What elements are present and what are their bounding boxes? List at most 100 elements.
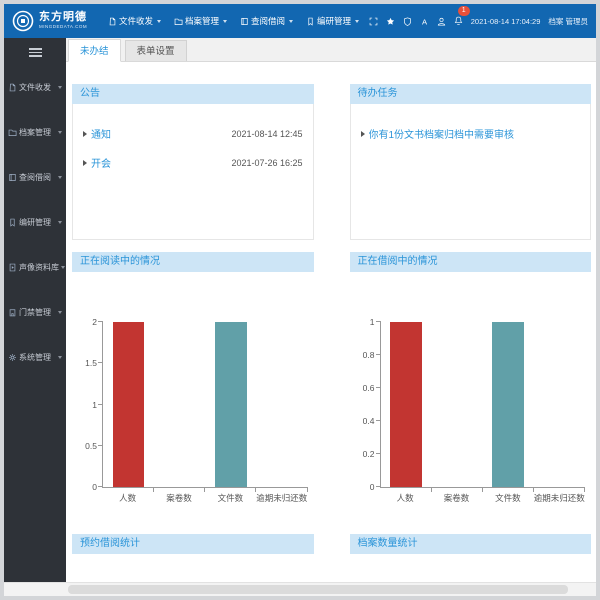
y-axis-label: 1.5 xyxy=(85,358,97,368)
font-size-icon[interactable]: A xyxy=(420,17,429,26)
chevron-down-icon xyxy=(58,356,62,359)
tab-1[interactable]: 表单设置 xyxy=(125,40,187,61)
y-axis-label: 0 xyxy=(370,482,375,492)
borrowing-chart-panel: 正在借阅中的情况 00.20.40.60.81人数案卷数文件数逾期未归还数 xyxy=(350,252,592,504)
nav-item-1[interactable]: 档案管理 xyxy=(174,15,227,27)
bar-series-2 xyxy=(492,322,524,487)
x-axis-label: 人数 xyxy=(102,492,153,504)
chart-category-slot xyxy=(432,322,483,487)
borrowing-bar-chart: 00.20.40.60.81人数案卷数文件数逾期未归还数 xyxy=(350,272,592,504)
tab-0[interactable]: 未办结 xyxy=(68,39,121,62)
folder-icon xyxy=(8,128,17,137)
browser-window: 东方明德 MINGDEDATA.COM 文件收发档案管理查阅借阅编研管理声像资料… xyxy=(0,0,600,600)
brand-logo-block[interactable]: 东方明德 MINGDEDATA.COM xyxy=(12,10,108,32)
notice-panel-title: 公告 xyxy=(72,84,314,104)
notice-item: 开会2021-07-26 16:25 xyxy=(83,155,303,170)
chevron-down-icon xyxy=(58,311,62,314)
bookmark-icon xyxy=(8,218,17,227)
x-axis-label: 案卷数 xyxy=(431,492,482,504)
datetime-display: 2021-08-14 17:04:29 xyxy=(471,17,541,26)
sidebar-item-2[interactable]: 查阅借阅 xyxy=(4,155,66,200)
sidebar-item-label: 档案管理 xyxy=(19,127,51,138)
charts-row: 正在阅读中的情况 00.511.52人数案卷数文件数逾期未归还数 正在借阅中的情… xyxy=(72,252,591,504)
y-axis-label: 0.4 xyxy=(363,416,375,426)
brand-title: 东方明德 xyxy=(39,12,87,23)
nav-item-label: 查阅借阅 xyxy=(251,15,285,27)
horizontal-scrollbar-thumb[interactable] xyxy=(68,585,568,594)
sidebar-item-label: 系统管理 xyxy=(19,352,51,363)
horizontal-scrollbar[interactable] xyxy=(4,582,596,596)
reservation-stats-title: 预约借阅统计 xyxy=(72,534,314,554)
sidebar-item-4[interactable]: 声像资料库 xyxy=(4,245,66,290)
notice-link[interactable]: 通知 xyxy=(91,126,111,141)
sidebar-collapse-button[interactable] xyxy=(29,48,42,57)
sidebar-item-5[interactable]: 门禁管理 xyxy=(4,290,66,335)
chevron-down-icon xyxy=(223,20,227,23)
bookmark-icon xyxy=(306,17,315,26)
tab-bar: 未办结表单设置 xyxy=(66,38,596,62)
book-icon xyxy=(8,173,17,182)
nav-item-3[interactable]: 编研管理 xyxy=(306,15,359,27)
current-user[interactable]: 档案 管理员 xyxy=(548,16,588,27)
y-axis-label: 0.8 xyxy=(363,350,375,360)
todo-link[interactable]: 你有1份文书档案归档中需要审核 xyxy=(369,126,515,141)
sidebar-item-label: 声像资料库 xyxy=(19,262,59,273)
svg-text:A: A xyxy=(422,17,428,26)
main-area: 未办结表单设置 公告 通知 2021-08-14 12:45 开会2021-07-2… xyxy=(66,38,596,582)
x-axis-tick xyxy=(584,487,585,492)
arrow-right-icon xyxy=(83,131,87,137)
y-axis-label: 2 xyxy=(92,317,97,327)
chevron-down-icon xyxy=(58,176,62,179)
reading-chart-title: 正在阅读中的情况 xyxy=(72,252,314,272)
sidebar-item-1[interactable]: 档案管理 xyxy=(4,110,66,155)
document-icon xyxy=(8,83,17,92)
nav-item-0[interactable]: 文件收发 xyxy=(108,15,161,27)
chevron-down-icon xyxy=(157,20,161,23)
navbar-right: A 1 2021-08-14 17:04:29 档案 管理员 xyxy=(369,12,588,30)
arrow-right-icon xyxy=(83,160,87,166)
star-icon[interactable] xyxy=(386,17,395,26)
y-axis-label: 0 xyxy=(92,482,97,492)
chart-category-slot xyxy=(256,322,307,487)
arrow-right-icon xyxy=(361,131,365,137)
panels-row: 公告 通知2021-08-14 12:45开会2021-07-26 16:25 … xyxy=(72,84,591,240)
nav-item-2[interactable]: 查阅借阅 xyxy=(240,15,293,27)
sidebar-item-label: 门禁管理 xyxy=(19,307,51,318)
brand-logo-icon xyxy=(12,10,34,32)
sidebar: 文件收发档案管理查阅借阅编研管理声像资料库门禁管理系统管理 xyxy=(4,38,66,582)
y-axis-label: 0.2 xyxy=(363,449,375,459)
bell-icon xyxy=(454,16,463,25)
x-axis-tick xyxy=(307,487,308,492)
chart-category-slot xyxy=(483,322,534,487)
sidebar-item-label: 查阅借阅 xyxy=(19,172,51,183)
reading-bar-chart: 00.511.52人数案卷数文件数逾期未归还数 xyxy=(72,272,314,504)
gear-icon xyxy=(8,353,17,362)
chart-category-slot xyxy=(381,322,432,487)
nav-item-label: 文件收发 xyxy=(119,15,153,27)
notifications-button[interactable]: 1 xyxy=(454,12,463,30)
document-icon xyxy=(108,17,117,26)
sidebar-item-3[interactable]: 编研管理 xyxy=(4,200,66,245)
sidebar-item-6[interactable]: 系统管理 xyxy=(4,335,66,380)
notice-link[interactable]: 开会 xyxy=(91,155,111,170)
user-icon[interactable] xyxy=(437,17,446,26)
y-axis-label: 0.5 xyxy=(85,441,97,451)
sidebar-item-0[interactable]: 文件收发 xyxy=(4,65,66,110)
shield-icon[interactable] xyxy=(403,17,412,26)
y-axis-label: 0.6 xyxy=(363,383,375,393)
media-icon xyxy=(8,263,17,272)
chevron-down-icon xyxy=(355,20,359,23)
chevron-down-icon xyxy=(58,86,62,89)
building-icon xyxy=(8,308,17,317)
notice-date: 2021-08-14 12:45 xyxy=(231,129,302,139)
bar-series-0 xyxy=(113,322,145,487)
nav-item-label: 编研管理 xyxy=(317,15,351,27)
bar-series-2 xyxy=(215,322,247,487)
chevron-down-icon xyxy=(58,131,62,134)
archive-count-stats-title: 档案数量统计 xyxy=(350,534,592,554)
book-icon xyxy=(240,17,249,26)
x-axis-tick xyxy=(533,487,534,492)
fullscreen-icon[interactable] xyxy=(369,17,378,26)
brand-subtitle: MINGDEDATA.COM xyxy=(39,25,87,30)
archive-count-stats-panel: 档案数量统计 xyxy=(350,534,592,554)
